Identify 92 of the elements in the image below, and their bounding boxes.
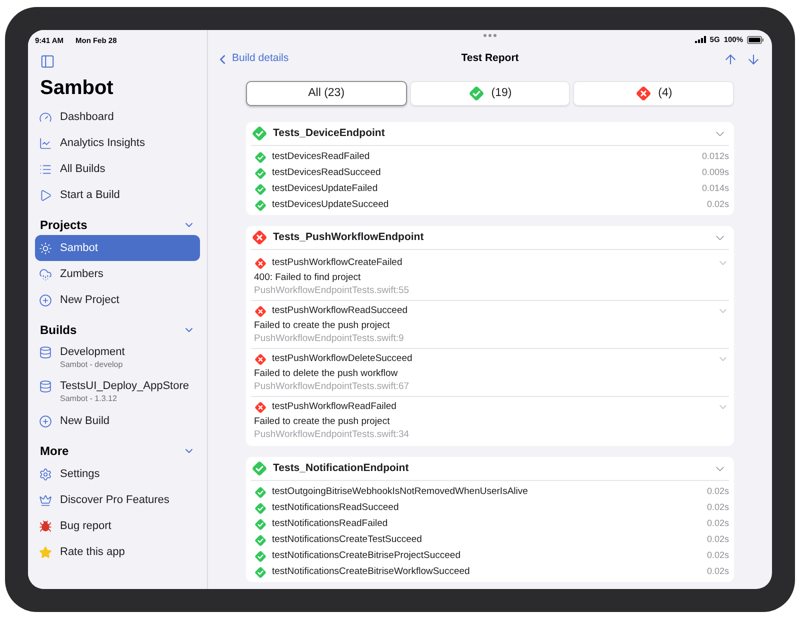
filter-tab[interactable]: (4) [573,81,734,106]
test-duration: 0.02s [706,549,729,562]
sidebar-item-label: Sambot [60,241,98,256]
sidebar-item[interactable]: Dashboard [35,104,200,130]
test-duration: 0.02s [706,198,729,212]
line-chart-icon [39,137,52,150]
test-name: testDevicesReadSucceed [272,166,381,180]
page-title: Test Report [461,51,519,66]
multitasking-dots[interactable] [484,34,496,37]
sidebar-item-label: Rate this app [60,545,125,560]
sidebar-item[interactable]: Rate this app [35,539,200,565]
test-name: testDevicesReadFailed [272,150,370,164]
sidebar-item-label: Zumbers [60,267,104,282]
back-button[interactable]: Build details [215,51,289,67]
sidebar-item[interactable]: Analytics Insights [35,130,200,156]
plus-circle-icon [39,415,52,428]
test-duration: 0.012s [702,150,729,164]
sidebar-item[interactable]: Development Sambot - develop [35,340,200,374]
star-icon [39,546,52,559]
failure-location: PushWorkflowEndpointTests.swift:55 [254,284,410,297]
test-name: testNotificationsCreateBitriseWorkflowSucceed [272,564,470,579]
cloud-icon [39,268,52,281]
stack-icon [39,380,52,393]
sidebar-title: Sambot [40,76,114,101]
filter-tab[interactable]: (19) [410,81,570,106]
suite-title: Tests_NotificationEndpoint [273,460,409,476]
sidebar-item[interactable]: Zumbers [35,261,200,287]
sidebar-item-label: New Build [60,414,110,429]
sidebar-item[interactable]: TestsUI_Deploy_AppStore Sambot - 1.3.12 [35,374,200,408]
failure-location: PushWorkflowEndpointTests.swift:34 [254,428,410,441]
sidebar-item[interactable]: Discover Pro Features [35,487,200,513]
test-name: testNotificationsCreateTestSucceed [272,532,422,547]
failure-message: 400: Failed to find project [254,271,362,284]
battery-icon [747,36,764,44]
failure-location: PushWorkflowEndpointTests.swift:67 [254,380,410,393]
sidebar-item[interactable]: Sambot [35,235,200,261]
section-heading: Projects [40,217,88,234]
test-duration: 0.02s [706,533,729,546]
sidebar-item[interactable]: Settings [35,461,200,487]
crown-icon [39,494,52,507]
arrow-down-icon[interactable] [746,52,761,66]
signal-icon [694,36,706,43]
sidebar-item[interactable]: New Build [35,408,200,434]
suite-title: Tests_DeviceEndpoint [273,126,385,141]
sidebar-item-label: New Project [60,293,120,308]
sidebar-item-label: Analytics Insights [60,136,145,151]
test-name: testDevicesUpdateFailed [272,182,378,196]
sidebar-toggle-icon[interactable] [40,54,55,69]
suite-title: Tests_PushWorkflowEndpoint [273,230,424,245]
sidebar-item-subtitle: Sambot - 1.3.12 [60,394,118,404]
test-duration: 0.02s [706,485,729,498]
failure-location: PushWorkflowEndpointTests.swift:9 [254,332,405,345]
filter-tab[interactable]: All (23) [246,81,407,106]
test-name: testNotificationsCreateBitriseProjectSucceed [272,548,461,563]
test-name: testOutgoingBitriseWebhookIsNotRemovedWhenUserIsAlive [272,484,528,499]
test-name: testPushWorkflowDeleteSucceed [272,352,412,366]
test-duration: 0.014s [702,182,729,196]
sidebar-item-label: Bug report [60,519,112,534]
sidebar-item-label: Settings [60,467,100,482]
section-heading: Builds [40,322,77,339]
sidebar-item-subtitle: Sambot - develop [60,360,124,370]
test-name: testNotificationsReadFailed [272,516,388,531]
sidebar-item-label: Start a Build [60,188,120,203]
sidebar-item-label: Discover Pro Features [60,493,170,508]
bug-icon [39,520,52,533]
sun-icon [39,242,52,255]
sidebar-item-label: Development [60,345,125,360]
failure-message: Failed to create the push project [254,415,391,428]
test-name: testDevicesUpdateSucceed [272,198,389,212]
play-icon [39,189,52,202]
gear-icon [39,468,52,481]
section-heading: More [40,443,69,460]
test-name: testNotificationsReadSucceed [272,500,399,515]
test-duration: 0.02s [706,565,729,578]
failure-message: Failed to delete the push workflow [254,367,399,380]
test-duration: 0.009s [702,166,729,180]
gauge-icon [39,111,52,124]
sidebar-item[interactable]: All Builds [35,156,200,182]
failure-message: Failed to create the push project [254,319,391,332]
sidebar-item-label: All Builds [60,162,106,177]
sidebar-item[interactable]: Start a Build [35,182,200,208]
sidebar-item[interactable]: New Project [35,287,200,313]
test-name: testPushWorkflowReadFailed [272,400,396,414]
stack-icon [39,346,52,359]
sidebar-item[interactable]: Bug report [35,513,200,539]
sidebar-item-label: Dashboard [60,110,114,125]
test-name: testPushWorkflowReadSucceed [272,304,408,318]
test-duration: 0.02s [706,517,729,530]
plus-circle-icon [39,294,52,307]
test-name: testPushWorkflowCreateFailed [272,256,402,270]
sidebar-item-label: TestsUI_Deploy_AppStore [60,379,190,394]
test-duration: 0.02s [706,501,729,514]
